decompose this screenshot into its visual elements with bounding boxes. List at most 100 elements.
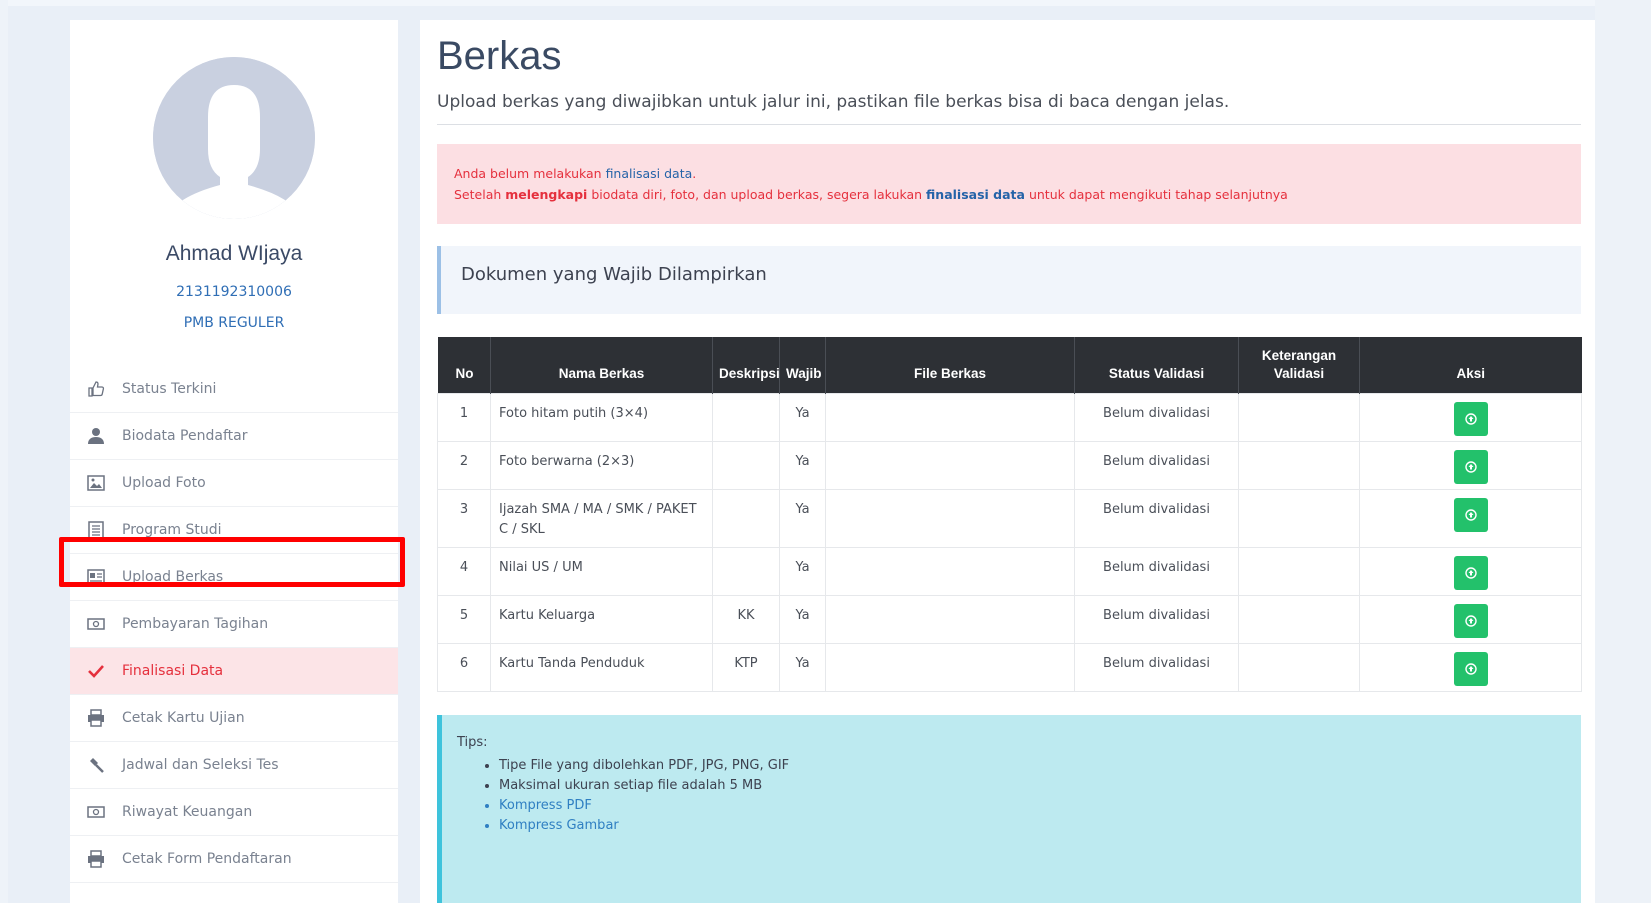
documents-table-wrap: No Nama Berkas Deskripsi Wajib File Berk… [437,337,1582,692]
column-header: Wajib [779,337,826,393]
sidebar-item-biodata-pendaftar[interactable]: Biodata Pendaftar [70,413,398,460]
cell-wajib: Ya [779,594,826,644]
upload-action-button[interactable] [1453,651,1488,686]
cell-wajib: Ya [779,642,826,692]
cell-aksi [1359,488,1582,548]
alert-text: Setelah [454,187,506,202]
tip-item: Maksimal ukuran setiap file adalah 5 MB [499,778,1581,793]
sidebar-item-jadwal-seleksi-tes[interactable]: Jadwal dan Seleksi Tes [70,742,398,789]
cell-wajib: Ya [779,488,826,548]
sidebar-item-riwayat-keuangan[interactable]: Riwayat Keuangan [70,789,398,836]
sidebar-item-program-studi[interactable]: Program Studi [70,507,398,554]
profile-name: Ahmad WIjaya [165,242,303,265]
cell-aksi [1359,546,1582,596]
cell-keterangan-validasi [1238,440,1360,490]
cell-nama-berkas: Foto hitam putih (3×4) [490,392,713,442]
cell-keterangan-validasi [1238,392,1360,442]
sidebar: Ahmad WIjaya 2131192310006 PMB REGULER S… [70,20,398,903]
page-subtitle: Upload berkas yang diwajibkan untuk jalu… [437,92,1230,112]
tips-heading: Tips: [457,735,488,750]
column-header: Status Validasi [1074,337,1239,393]
tips-list: Tipe File yang dibolehkan PDF, JPG, PNG,… [457,758,1581,833]
cell-wajib: Ya [779,440,826,490]
main-panel: Berkas Upload berkas yang diwajibkan unt… [420,20,1595,903]
cell-status-validasi: Belum divalidasi [1074,642,1239,692]
column-header: File Berkas [825,337,1075,393]
sidebar-item-label: Jadwal dan Seleksi Tes [122,757,279,773]
printer-icon [86,849,106,869]
column-header: Keterangan Validasi [1238,337,1360,393]
sidebar-item-label: Pembayaran Tagihan [122,616,269,632]
top-strip [0,0,1651,6]
cell-nama-berkas: Foto berwarna (2×3) [490,440,713,490]
upload-action-button[interactable] [1453,603,1488,638]
sidebar-item-upload-foto[interactable]: Upload Foto [70,460,398,507]
id-card-icon [86,567,106,587]
sidebar-item-cetak-form-pendaftaran[interactable]: Cetak Form Pendaftaran [70,836,398,883]
upload-action-button[interactable] [1453,401,1488,436]
documents-table: No Nama Berkas Deskripsi Wajib File Berk… [437,337,1582,692]
sidebar-item-label: Program Studi [122,522,222,538]
sidebar-item-label: Cetak Form Pendaftaran [122,851,292,867]
upload-action-button[interactable] [1453,555,1488,590]
sidebar-item-label: Finalisasi Data [122,663,224,679]
alert-text: untuk dapat mengikuti tahap selanjutnya [1024,187,1288,202]
finalisasi-data-link[interactable]: finalisasi data [926,187,1025,202]
sidebar-item-finalisasi-data[interactable]: Finalisasi Data [70,648,398,695]
cell-file-berkas [825,594,1075,644]
tip-item: Tipe File yang dibolehkan PDF, JPG, PNG,… [499,758,1581,773]
circle-arrow-up-icon [1464,566,1477,579]
circle-arrow-up-icon [1464,614,1477,627]
cell-no: 3 [437,488,491,548]
thumbs-up-icon [86,379,106,399]
upload-action-button[interactable] [1453,497,1488,532]
cell-file-berkas [825,488,1075,548]
alert-bold-text: melengkapi [505,187,588,202]
sidebar-item-cetak-kartu-ujian[interactable]: Cetak Kartu Ujian [70,695,398,742]
sidebar-item-pembayaran-tagihan[interactable]: Pembayaran Tagihan [70,601,398,648]
sidebar-item-label: Biodata Pendaftar [122,428,248,444]
cell-status-validasi: Belum divalidasi [1074,546,1239,596]
kompress-gambar-link[interactable]: Kompress Gambar [499,818,1581,833]
alert-line-1: Anda belum melakukan finalisasi data. [454,166,1564,181]
finalisasi-data-link[interactable]: finalisasi data [606,166,693,181]
cell-deskripsi: KTP [712,642,780,692]
page-title: Berkas [437,34,562,78]
sidebar-item-status-terkini[interactable]: Status Terkini [70,366,398,413]
column-header: Nama Berkas [490,337,713,393]
column-header: Deskripsi [712,337,780,393]
upload-action-button[interactable] [1453,449,1488,484]
cell-aksi [1359,440,1582,490]
cell-no: 1 [437,392,491,442]
cell-nama-berkas: Ijazah SMA / MA / SMK / PAKET C / SKL [490,488,713,548]
kompress-pdf-link[interactable]: Kompress PDF [499,798,1581,813]
sidebar-item-upload-berkas[interactable]: Upload Berkas [70,554,398,601]
cell-status-validasi: Belum divalidasi [1074,594,1239,644]
cell-deskripsi: KK [712,594,780,644]
cell-nama-berkas: Kartu Tanda Penduduk [490,642,713,692]
cell-deskripsi [712,440,780,490]
default-avatar-icon [153,57,315,219]
cell-keterangan-validasi [1238,546,1360,596]
table-row: 1 Foto hitam putih (3×4) Ya Belum divali… [437,392,1582,442]
cell-keterangan-validasi [1238,488,1360,548]
cell-deskripsi [712,488,780,548]
cell-file-berkas [825,642,1075,692]
list-icon [86,520,106,540]
money-icon [86,802,106,822]
circle-arrow-up-icon [1464,662,1477,675]
sidebar-item-label: Upload Berkas [122,569,224,585]
finalization-alert: Anda belum melakukan finalisasi data. Se… [437,144,1581,224]
checkmark-icon [86,661,106,681]
cell-no: 6 [437,642,491,692]
table-row: 2 Foto berwarna (2×3) Ya Belum divalidas… [437,440,1582,490]
cell-wajib: Ya [779,546,826,596]
image-icon [86,473,106,493]
circle-arrow-up-icon [1464,508,1477,521]
cell-nama-berkas: Nilai US / UM [490,546,713,596]
sidebar-item-label: Riwayat Keuangan [122,804,253,820]
cell-aksi [1359,594,1582,644]
alert-text: biodata diri, foto, dan upload berkas, s… [587,187,927,202]
profile-program: PMB REGULER [183,315,285,331]
cell-no: 5 [437,594,491,644]
